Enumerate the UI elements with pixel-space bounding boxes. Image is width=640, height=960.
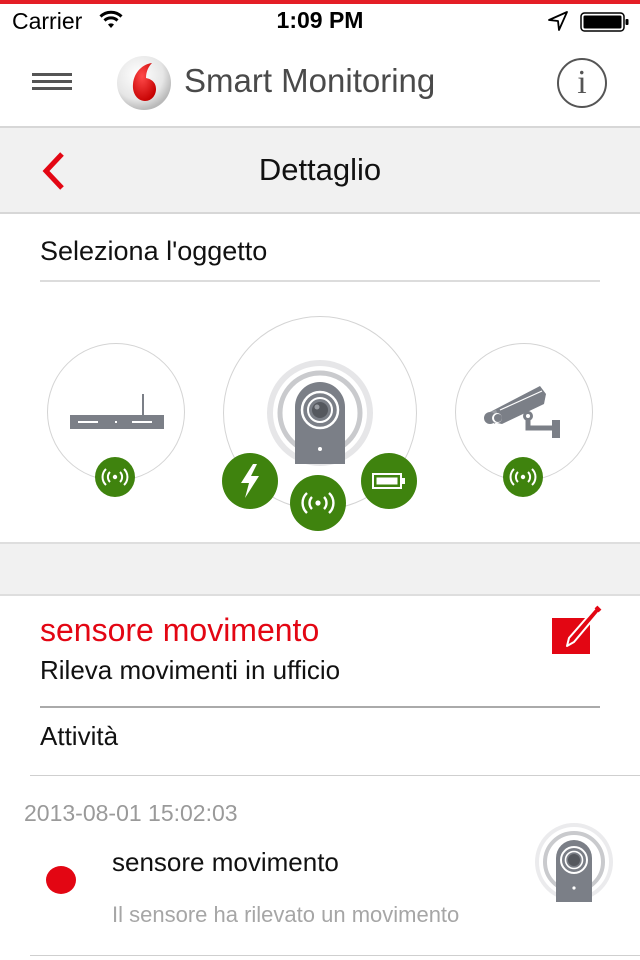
status-time: 1:09 PM xyxy=(276,7,364,33)
section-separator xyxy=(0,542,640,596)
wireless-signal-icon xyxy=(290,475,346,531)
router-icon xyxy=(70,394,164,429)
divider xyxy=(30,955,640,956)
app-header: Smart Monitoring i xyxy=(0,40,640,126)
info-glyph: i xyxy=(577,64,587,101)
vodafone-logo xyxy=(117,56,171,110)
select-object-label: Seleziona l'oggetto xyxy=(40,236,268,266)
edit-pencil-icon[interactable] xyxy=(548,604,602,656)
wireless-signal-icon xyxy=(95,457,135,497)
power-lightning-icon xyxy=(222,453,278,509)
hamburger-menu-icon[interactable] xyxy=(32,73,72,93)
activity-heading: Attività xyxy=(40,721,119,751)
motion-sensor-icon xyxy=(535,823,613,902)
divider xyxy=(40,280,600,282)
motion-sensor-icon xyxy=(267,360,373,466)
activity-title: sensore movimento xyxy=(112,847,339,877)
location-arrow-icon xyxy=(548,11,568,31)
red-dot-icon xyxy=(46,866,76,894)
page-title: Dettaglio xyxy=(258,152,382,187)
battery-icon xyxy=(361,453,417,509)
sub-navigation-bar: Dettaglio xyxy=(0,126,640,214)
activity-message: Il sensore ha rilevato un movimento xyxy=(112,902,460,927)
divider xyxy=(30,775,640,776)
wireless-signal-icon xyxy=(503,457,543,497)
activity-timestamp: 2013-08-01 15:02:03 xyxy=(24,800,238,826)
status-bar: Carrier 1:09 PM xyxy=(0,4,640,40)
app-title: Smart Monitoring xyxy=(184,62,436,99)
device-name: sensore movimento xyxy=(40,612,320,648)
battery-icon xyxy=(580,12,629,32)
security-camera-icon xyxy=(484,386,560,438)
device-description: Rileva movimenti in ufficio xyxy=(40,655,341,685)
info-icon[interactable]: i xyxy=(557,58,607,108)
divider xyxy=(40,706,600,708)
